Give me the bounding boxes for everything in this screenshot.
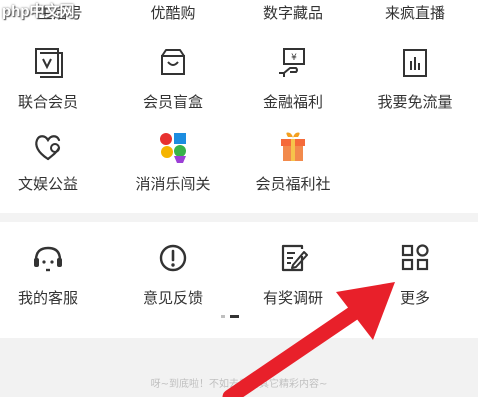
service-label: 联合会员 bbox=[17, 93, 78, 111]
feedback[interactable]: 意见反馈 bbox=[113, 241, 233, 308]
service-label: 我的客服 bbox=[17, 289, 78, 307]
section-divider bbox=[0, 213, 478, 222]
svg-text:¥: ¥ bbox=[291, 53, 297, 63]
charity-heart-icon bbox=[35, 135, 61, 161]
service-label: 金融福利 bbox=[262, 93, 323, 111]
gift-icon bbox=[281, 132, 305, 161]
service-label: 优酷购 bbox=[150, 4, 196, 22]
data-traffic-icon bbox=[403, 49, 427, 77]
service-label: 意见反馈 bbox=[142, 289, 203, 307]
service-finance-benefits[interactable]: ¥ 金融福利 bbox=[233, 46, 353, 112]
service-label: 更多 bbox=[399, 289, 430, 307]
service-youkugou[interactable]: 优酷购 bbox=[113, 0, 233, 23]
service-label: 会员盲盒 bbox=[142, 93, 203, 111]
service-candy-game[interactable]: 消消乐闯关 bbox=[113, 130, 233, 194]
service-member-welfare[interactable]: 会员福利社 bbox=[233, 130, 353, 194]
support-row: 我的客服 意见反馈 有奖调研 更多 bbox=[0, 241, 478, 321]
service-label: 文娱公益 bbox=[17, 175, 78, 193]
watermark-logo: php中文网 bbox=[2, 3, 75, 20]
service-label: 我要免流量 bbox=[377, 93, 453, 111]
more-button[interactable]: 更多 bbox=[355, 241, 475, 308]
customer-service-icon bbox=[34, 246, 62, 272]
service-joint-membership[interactable]: 联合会员 bbox=[0, 46, 108, 112]
service-free-data[interactable]: 我要免流量 bbox=[355, 46, 475, 112]
service-label: 消消乐闯关 bbox=[135, 175, 211, 193]
service-charity[interactable]: 文娱公益 bbox=[0, 130, 108, 194]
service-label: 会员福利社 bbox=[255, 175, 331, 193]
footer-end-text: 呀~到底啦！不如去看看其它精彩内容~ bbox=[150, 379, 328, 390]
candy-game-icon bbox=[160, 133, 186, 163]
services-row-1: 联合会员 会员盲盒 ¥ 金融福利 我要免流量 bbox=[0, 46, 478, 126]
my-customer-service[interactable]: 我的客服 bbox=[0, 241, 108, 308]
service-label: 有奖调研 bbox=[262, 289, 323, 307]
page-dot bbox=[221, 315, 225, 318]
survey-icon bbox=[281, 244, 308, 272]
service-digital-collectibles[interactable]: 数字藏品 bbox=[233, 0, 353, 23]
service-label: 数字藏品 bbox=[262, 4, 323, 22]
page-dot-active bbox=[230, 315, 240, 318]
member-card-icon bbox=[35, 48, 63, 78]
services-row-2: 文娱公益 消消乐闯关 会员福利社 bbox=[0, 130, 478, 210]
finance-icon: ¥ bbox=[279, 48, 305, 77]
service-label: 来疯直播 bbox=[384, 4, 445, 22]
page-indicator bbox=[221, 315, 240, 318]
rewarded-survey[interactable]: 有奖调研 bbox=[233, 241, 353, 308]
feedback-icon bbox=[159, 244, 187, 272]
mystery-box-icon bbox=[161, 49, 185, 75]
service-member-mystery-box[interactable]: 会员盲盒 bbox=[113, 46, 233, 112]
more-grid-icon bbox=[401, 244, 429, 271]
footer: 呀~到底啦！不如去看看其它精彩内容~ bbox=[0, 338, 478, 397]
service-laifeng-live[interactable]: 来疯直播 bbox=[355, 0, 475, 23]
